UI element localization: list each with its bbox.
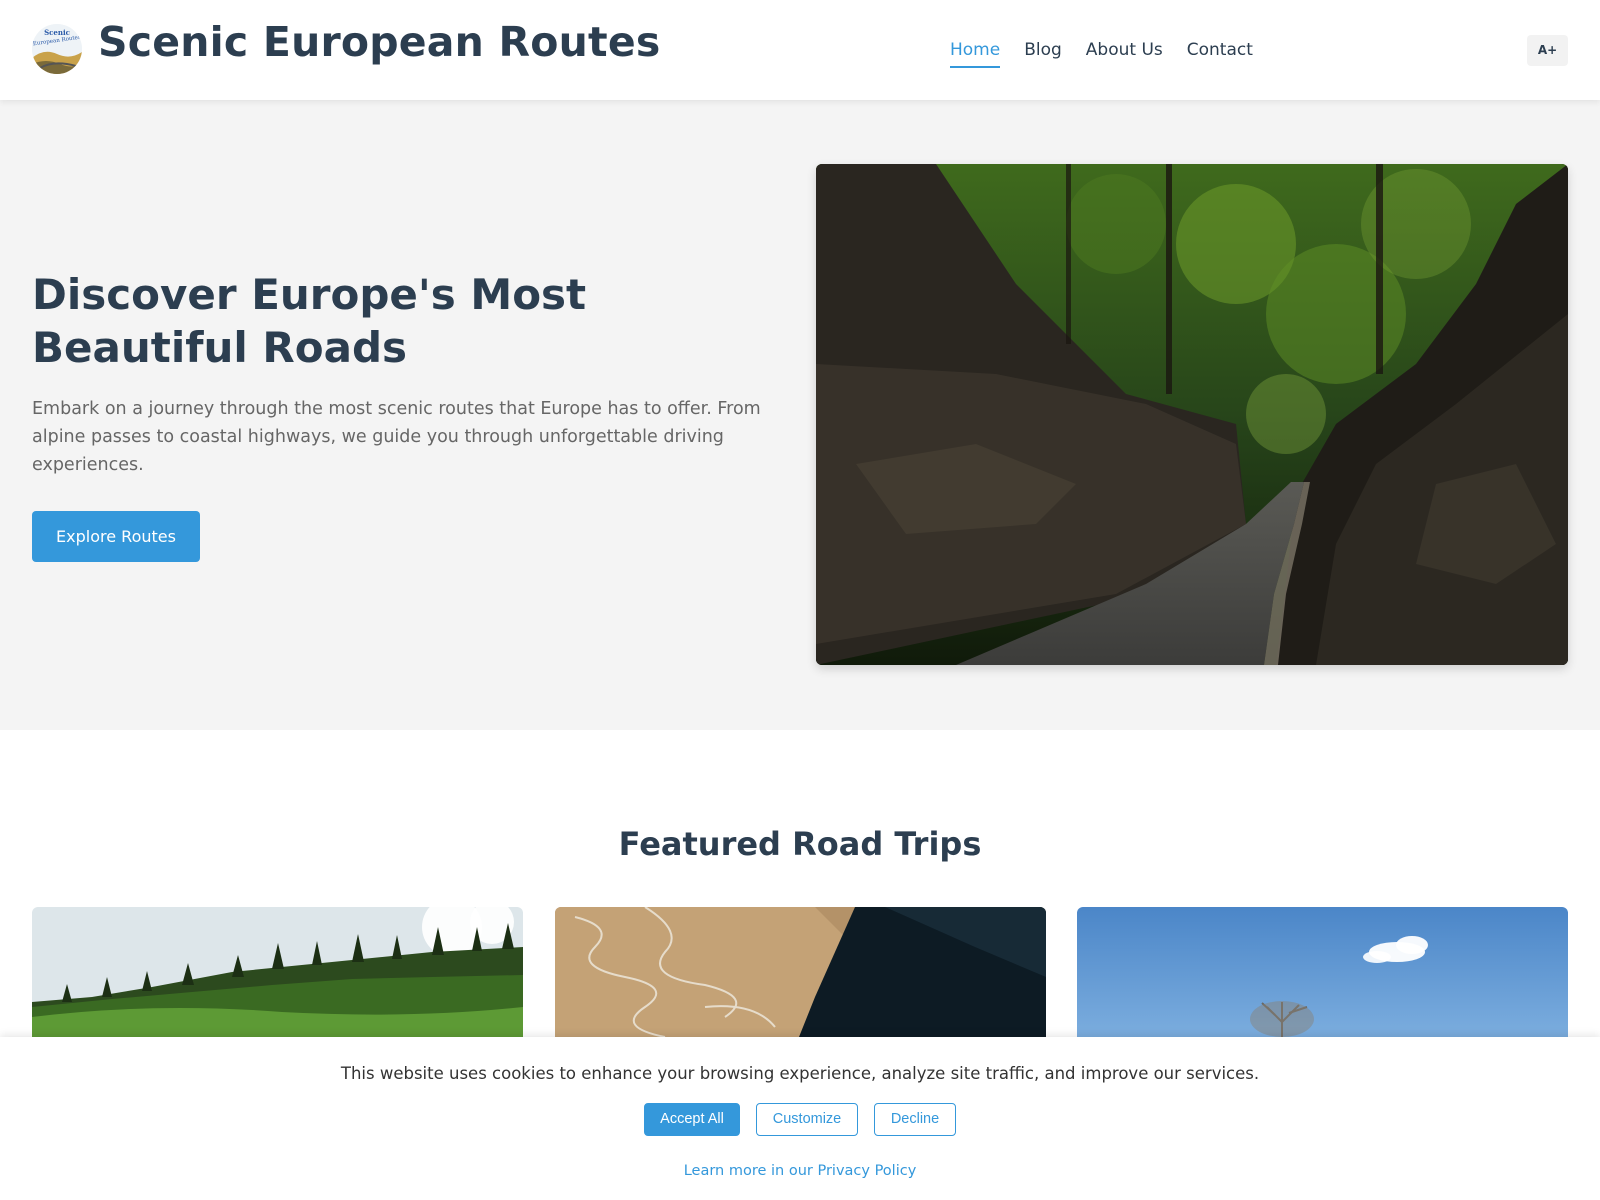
nav-contact[interactable]: Contact [1187, 40, 1253, 68]
site-title[interactable]: Scenic European Routes [98, 18, 660, 66]
featured-road-trips-heading: Featured Road Trips [618, 825, 982, 863]
blue-sky-tree-photo[interactable] [1077, 907, 1568, 1047]
nav-home[interactable]: Home [950, 40, 1001, 68]
decline-button[interactable]: Decline [874, 1103, 956, 1136]
cookie-message: This website uses cookies to enhance you… [340, 1064, 1260, 1083]
accept-all-button[interactable]: Accept All [644, 1103, 740, 1136]
cookie-banner: This website uses cookies to enhance you… [0, 1037, 1600, 1200]
cookie-actions: Accept All Customize Decline [644, 1103, 956, 1136]
site-header: Scenic European Routes Scenic European R… [0, 0, 1600, 100]
explore-routes-button[interactable]: Explore Routes [32, 511, 200, 562]
alpine-meadow-photo[interactable] [32, 907, 523, 1047]
mountain-pass-photo[interactable] [555, 907, 1046, 1047]
forest-road-photo [816, 164, 1568, 665]
nav-blog[interactable]: Blog [1024, 40, 1062, 68]
increase-font-size-button[interactable]: A+ [1527, 35, 1568, 66]
main-nav: Home Blog About Us Contact [950, 40, 1277, 68]
nav-about-us[interactable]: About Us [1086, 40, 1163, 68]
privacy-policy-link[interactable]: Learn more in our Privacy Policy [0, 1163, 1600, 1179]
hero-section: Discover Europe's Most Beautiful Roads E… [0, 100, 1600, 730]
hero-description: Embark on a journey through the most sce… [32, 399, 761, 475]
customize-button[interactable]: Customize [756, 1103, 858, 1136]
site-logo[interactable]: Scenic European Routes [32, 24, 82, 74]
hero-title: Discover Europe's Most Beautiful Roads [32, 270, 587, 372]
svg-text:Scenic: Scenic [44, 28, 70, 37]
